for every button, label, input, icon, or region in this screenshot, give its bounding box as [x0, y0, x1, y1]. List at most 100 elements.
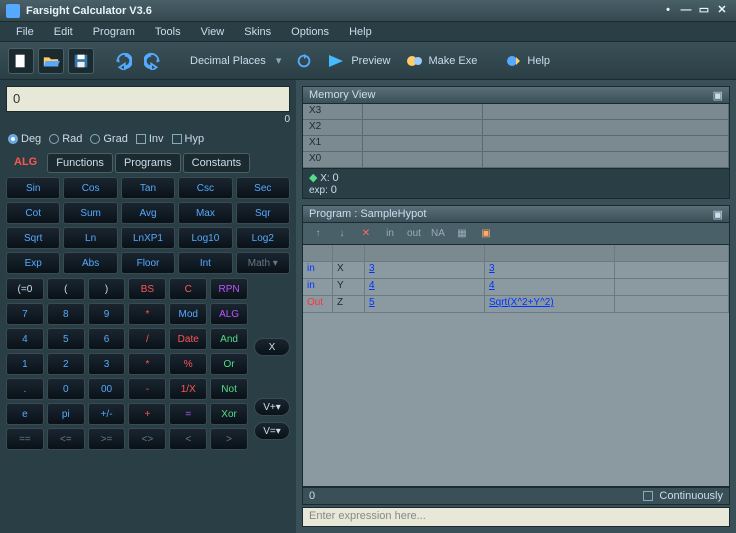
btn-xor[interactable]: Xor: [210, 403, 248, 425]
fn-floor[interactable]: Floor: [121, 252, 175, 274]
makeexe-button[interactable]: Make Exe: [400, 51, 483, 71]
btn-00[interactable]: 00: [88, 378, 126, 400]
fn-sec[interactable]: Sec: [236, 177, 290, 199]
program-maximize-icon[interactable]: ▣: [713, 208, 723, 221]
prog-delete-icon[interactable]: ✕: [357, 226, 375, 242]
tab-alg[interactable]: ALG: [6, 153, 45, 173]
minimize-button[interactable]: —: [678, 4, 694, 18]
open-button[interactable]: [38, 48, 64, 74]
btn-mod[interactable]: Mod: [169, 303, 207, 325]
help-button[interactable]: Help: [499, 51, 556, 71]
fn-cot[interactable]: Cot: [6, 202, 60, 224]
tab-programs[interactable]: Programs: [115, 153, 181, 173]
btn-bs[interactable]: BS: [128, 278, 166, 300]
btn-eq0[interactable]: (=0: [6, 278, 44, 300]
menu-program[interactable]: Program: [85, 24, 143, 40]
btn-alg[interactable]: ALG: [210, 303, 248, 325]
refresh-button[interactable]: [291, 48, 317, 74]
mode-deg[interactable]: Deg: [8, 133, 41, 145]
btn-mul2[interactable]: *: [128, 353, 166, 375]
table-row[interactable]: in Y 4 4: [303, 279, 729, 296]
btn-le[interactable]: <=: [47, 428, 85, 450]
close-button[interactable]: ✕: [714, 4, 730, 18]
btn-4[interactable]: 4: [6, 328, 44, 350]
menu-help[interactable]: Help: [341, 24, 380, 40]
btn-lt[interactable]: <: [169, 428, 207, 450]
prog-out-button[interactable]: out: [405, 226, 423, 242]
fn-math-dropdown[interactable]: Math ▾: [236, 252, 290, 274]
fn-sum[interactable]: Sum: [63, 202, 117, 224]
btn-7[interactable]: 7: [6, 303, 44, 325]
new-button[interactable]: [8, 48, 34, 74]
btn-not[interactable]: Not: [210, 378, 248, 400]
mode-hyp[interactable]: Hyp: [172, 133, 205, 145]
fn-exp[interactable]: Exp: [6, 252, 60, 274]
menu-file[interactable]: File: [8, 24, 42, 40]
btn-date[interactable]: Date: [169, 328, 207, 350]
save-button[interactable]: [68, 48, 94, 74]
btn-mul[interactable]: *: [128, 303, 166, 325]
preview-button[interactable]: Preview: [321, 51, 396, 71]
decimal-places-dropdown[interactable]: ▾: [276, 54, 282, 67]
fn-int[interactable]: Int: [178, 252, 232, 274]
btn-gt[interactable]: >: [210, 428, 248, 450]
prog-down-icon[interactable]: ↓: [333, 226, 351, 242]
menu-edit[interactable]: Edit: [46, 24, 81, 40]
btn-eqeq[interactable]: ==: [6, 428, 44, 450]
tab-functions[interactable]: Functions: [47, 153, 113, 173]
undo-button[interactable]: [110, 48, 136, 74]
prog-grid-icon[interactable]: ▦: [453, 226, 471, 242]
table-row[interactable]: in X 3 3: [303, 262, 729, 279]
menu-view[interactable]: View: [193, 24, 233, 40]
fn-abs[interactable]: Abs: [63, 252, 117, 274]
btn-and[interactable]: And: [210, 328, 248, 350]
menu-skins[interactable]: Skins: [236, 24, 279, 40]
btn-add[interactable]: +: [128, 403, 166, 425]
btn-5[interactable]: 5: [47, 328, 85, 350]
prog-na-button[interactable]: NA: [429, 226, 447, 242]
redo-button[interactable]: [140, 48, 166, 74]
fn-cos[interactable]: Cos: [63, 177, 117, 199]
btn-sub[interactable]: -: [128, 378, 166, 400]
btn-6[interactable]: 6: [88, 328, 126, 350]
btn-dot[interactable]: .: [6, 378, 44, 400]
maximize-button[interactable]: ▭: [696, 4, 712, 18]
table-row[interactable]: Out Z 5 Sqrt(X^2+Y^2): [303, 296, 729, 313]
btn-rparen[interactable]: ): [88, 278, 126, 300]
btn-0[interactable]: 0: [47, 378, 85, 400]
btn-c[interactable]: C: [169, 278, 207, 300]
btn-lparen[interactable]: (: [47, 278, 85, 300]
fn-tan[interactable]: Tan: [121, 177, 175, 199]
fn-ln[interactable]: Ln: [63, 227, 117, 249]
prog-up-icon[interactable]: ↑: [309, 226, 327, 242]
fn-sqr[interactable]: Sqr: [236, 202, 290, 224]
expression-input[interactable]: Enter expression here...: [302, 507, 730, 527]
memview-maximize-icon[interactable]: ▣: [713, 89, 723, 102]
fn-sin[interactable]: Sin: [6, 177, 60, 199]
btn-or[interactable]: Or: [210, 353, 248, 375]
continuously-checkbox[interactable]: [643, 491, 653, 501]
btn-ge[interactable]: >=: [88, 428, 126, 450]
btn-9[interactable]: 9: [88, 303, 126, 325]
btn-3[interactable]: 3: [88, 353, 126, 375]
menu-tools[interactable]: Tools: [147, 24, 189, 40]
btn-1[interactable]: 1: [6, 353, 44, 375]
fn-log10[interactable]: Log10: [178, 227, 232, 249]
fn-log2[interactable]: Log2: [236, 227, 290, 249]
prog-box-icon[interactable]: ▣: [477, 226, 495, 242]
fn-max[interactable]: Max: [178, 202, 232, 224]
btn-vplus[interactable]: V+▾: [254, 398, 290, 416]
fn-sqrt[interactable]: Sqrt: [6, 227, 60, 249]
btn-x[interactable]: X: [254, 338, 290, 356]
btn-veq[interactable]: V=▾: [254, 422, 290, 440]
fn-avg[interactable]: Avg: [121, 202, 175, 224]
btn-rpn[interactable]: RPN: [210, 278, 248, 300]
btn-ne[interactable]: <>: [128, 428, 166, 450]
btn-8[interactable]: 8: [47, 303, 85, 325]
btn-div[interactable]: /: [128, 328, 166, 350]
fn-csc[interactable]: Csc: [178, 177, 232, 199]
mode-inv[interactable]: Inv: [136, 133, 164, 145]
btn-inv[interactable]: 1/X: [169, 378, 207, 400]
tab-constants[interactable]: Constants: [183, 153, 251, 173]
btn-sign[interactable]: +/-: [88, 403, 126, 425]
